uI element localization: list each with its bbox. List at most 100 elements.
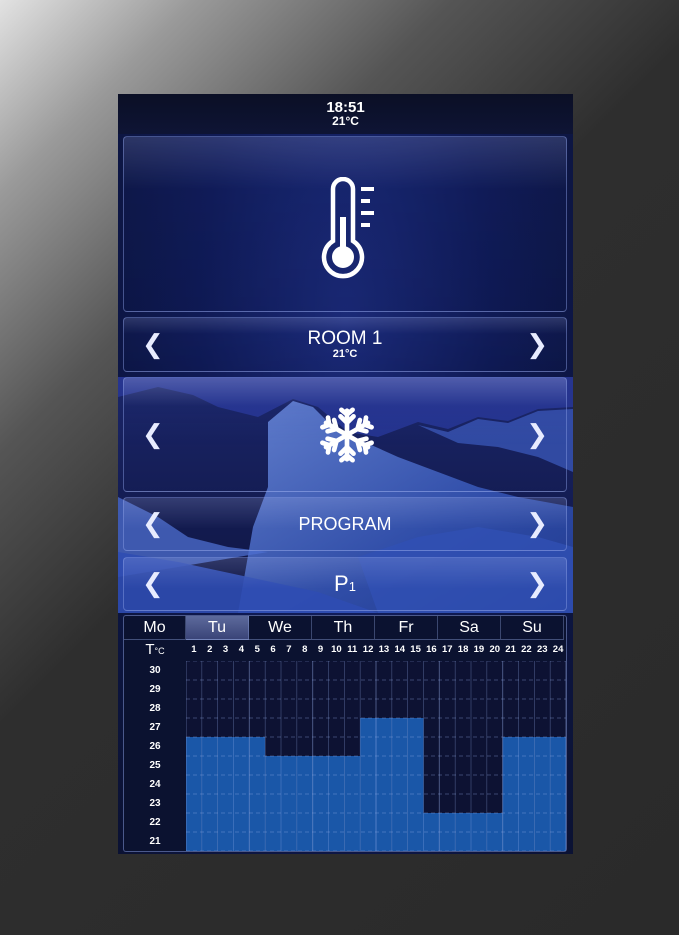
schedule-cell[interactable] <box>344 794 361 813</box>
schedule-cell[interactable] <box>186 718 202 737</box>
schedule-cell[interactable] <box>217 813 234 832</box>
schedule-cell[interactable] <box>265 756 281 775</box>
schedule-cell[interactable] <box>376 718 392 737</box>
schedule-cell[interactable] <box>423 794 440 813</box>
schedule-cell[interactable] <box>281 737 297 756</box>
schedule-cell[interactable] <box>249 813 266 832</box>
schedule-cell[interactable] <box>328 813 345 832</box>
day-tab-sa[interactable]: Sa <box>438 616 501 640</box>
schedule-cell[interactable] <box>550 661 566 680</box>
schedule-cell[interactable] <box>534 794 551 813</box>
schedule-cell[interactable] <box>455 832 471 851</box>
schedule-cell[interactable] <box>249 794 266 813</box>
schedule-cell[interactable] <box>249 661 266 680</box>
schedule-cell[interactable] <box>360 813 376 832</box>
schedule-cell[interactable] <box>233 680 250 699</box>
schedule-cell[interactable] <box>360 832 376 851</box>
schedule-cell[interactable] <box>328 794 345 813</box>
schedule-cell[interactable] <box>407 680 424 699</box>
schedule-cell[interactable] <box>376 813 392 832</box>
schedule-cell[interactable] <box>455 699 471 718</box>
schedule-cell[interactable] <box>376 699 392 718</box>
schedule-cell[interactable] <box>550 718 566 737</box>
schedule-cell[interactable] <box>391 718 408 737</box>
schedule-cell[interactable] <box>376 756 392 775</box>
schedule-cell[interactable] <box>439 832 456 851</box>
schedule-cell[interactable] <box>201 661 218 680</box>
schedule-cell[interactable] <box>391 794 408 813</box>
schedule-cell[interactable] <box>486 832 503 851</box>
schedule-cell[interactable] <box>407 832 424 851</box>
schedule-cell[interactable] <box>391 813 408 832</box>
schedule-cell[interactable] <box>407 699 424 718</box>
schedule-cell[interactable] <box>391 699 408 718</box>
schedule-cell[interactable] <box>249 832 266 851</box>
schedule-cell[interactable] <box>439 699 456 718</box>
schedule-cell[interactable] <box>502 699 519 718</box>
schedule-cell[interactable] <box>344 718 361 737</box>
schedule-cell[interactable] <box>201 775 218 794</box>
schedule-cell[interactable] <box>281 813 297 832</box>
schedule-cell[interactable] <box>471 699 487 718</box>
schedule-cell[interactable] <box>534 775 551 794</box>
schedule-cell[interactable] <box>423 832 440 851</box>
schedule-cell[interactable] <box>502 680 519 699</box>
schedule-cell[interactable] <box>391 680 408 699</box>
schedule-cell[interactable] <box>265 699 281 718</box>
schedule-cell[interactable] <box>502 718 519 737</box>
schedule-cell[interactable] <box>550 775 566 794</box>
schedule-cell[interactable] <box>471 737 487 756</box>
schedule-cell[interactable] <box>518 680 535 699</box>
profile-next-button[interactable]: ❯ <box>526 569 548 599</box>
schedule-cell[interactable] <box>486 680 503 699</box>
schedule-cell[interactable] <box>486 699 503 718</box>
schedule-cell[interactable] <box>471 813 487 832</box>
schedule-cell[interactable] <box>281 699 297 718</box>
schedule-cell[interactable] <box>423 737 440 756</box>
schedule-cell[interactable] <box>471 832 487 851</box>
schedule-cell[interactable] <box>455 680 471 699</box>
schedule-cell[interactable] <box>376 737 392 756</box>
schedule-cell[interactable] <box>455 794 471 813</box>
schedule-cell[interactable] <box>423 756 440 775</box>
schedule-cell[interactable] <box>534 832 551 851</box>
schedule-cell[interactable] <box>391 737 408 756</box>
schedule-cell[interactable] <box>249 680 266 699</box>
schedule-cell[interactable] <box>233 661 250 680</box>
schedule-cell[interactable] <box>217 737 234 756</box>
schedule-cell[interactable] <box>201 756 218 775</box>
schedule-cell[interactable] <box>439 794 456 813</box>
schedule-cell[interactable] <box>186 832 202 851</box>
schedule-cell[interactable] <box>233 756 250 775</box>
schedule-cell[interactable] <box>534 718 551 737</box>
schedule-cell[interactable] <box>407 756 424 775</box>
schedule-cell[interactable] <box>217 794 234 813</box>
schedule-cell[interactable] <box>550 699 566 718</box>
schedule-cell[interactable] <box>281 794 297 813</box>
mode-display-panel[interactable] <box>123 136 567 312</box>
schedule-cell[interactable] <box>344 813 361 832</box>
schedule-cell[interactable] <box>344 661 361 680</box>
day-tab-su[interactable]: Su <box>501 616 564 640</box>
schedule-cell[interactable] <box>186 699 202 718</box>
schedule-cell[interactable] <box>376 775 392 794</box>
schedule-cell[interactable] <box>518 832 535 851</box>
schedule-cell[interactable] <box>328 832 345 851</box>
schedule-cell[interactable] <box>407 718 424 737</box>
schedule-grid[interactable] <box>186 661 566 851</box>
schedule-cell[interactable] <box>312 775 329 794</box>
schedule-cell[interactable] <box>502 794 519 813</box>
schedule-cell[interactable] <box>217 756 234 775</box>
schedule-cell[interactable] <box>423 680 440 699</box>
schedule-cell[interactable] <box>423 699 440 718</box>
schedule-cell[interactable] <box>550 813 566 832</box>
schedule-cell[interactable] <box>312 756 329 775</box>
schedule-cell[interactable] <box>518 775 535 794</box>
schedule-cell[interactable] <box>233 718 250 737</box>
schedule-cell[interactable] <box>201 832 218 851</box>
schedule-cell[interactable] <box>471 756 487 775</box>
schedule-cell[interactable] <box>344 699 361 718</box>
schedule-cell[interactable] <box>217 680 234 699</box>
day-tab-we[interactable]: We <box>249 616 312 640</box>
schedule-cell[interactable] <box>360 737 376 756</box>
